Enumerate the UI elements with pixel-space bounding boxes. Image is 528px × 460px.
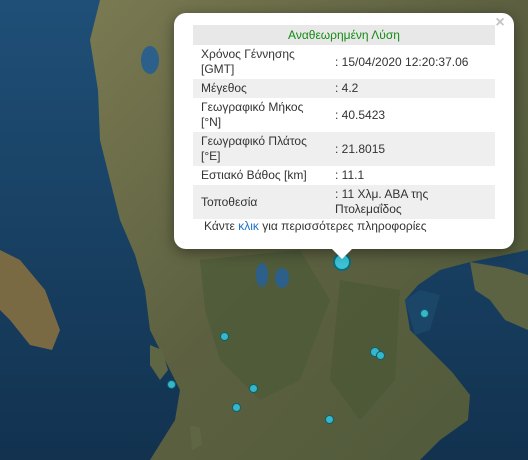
quake-marker[interactable] — [232, 403, 241, 412]
latitude-value: : 21.8015 — [327, 132, 495, 166]
event-details-table: Χρόνος Γέννησης [GMT] : 15/04/2020 12:20… — [193, 45, 495, 219]
quake-marker[interactable] — [376, 351, 385, 360]
magnitude-value: : 4.2 — [327, 79, 495, 98]
more-info-prefix: Κάντε — [204, 219, 239, 233]
table-row: Εστιακό Βάθος [km] : 11.1 — [193, 166, 495, 185]
location-value: : 11 Χλμ. ΑΒΑ της Πτολεμαΐδος — [327, 185, 495, 219]
table-row: Μέγεθος : 4.2 — [193, 79, 495, 98]
table-row: Χρόνος Γέννησης [GMT] : 15/04/2020 12:20… — [193, 45, 495, 79]
longitude-label: Γεωγραφικό Μήκος [°N] — [193, 98, 327, 132]
more-info-text: Κάντε κλικ για περισσότερες πληροφορίες — [204, 219, 427, 233]
table-row: Γεωγραφικό Μήκος [°N] : 40.5423 — [193, 98, 495, 132]
earthquake-info-popup: × Αναθεωρημένη Λύση Χρόνος Γέννησης [GMT… — [174, 13, 514, 249]
table-row: Γεωγραφικό Πλάτος [°E] : 21.8015 — [193, 132, 495, 166]
popup-title: Αναθεωρημένη Λύση — [193, 25, 495, 45]
origin-time-value: : 15/04/2020 12:20:37.06 — [327, 45, 495, 79]
more-info-suffix: για περισσότερες πληροφορίες — [258, 219, 427, 233]
latitude-label: Γεωγραφικό Πλάτος [°E] — [193, 132, 327, 166]
quake-marker[interactable] — [167, 380, 176, 389]
quake-marker[interactable] — [249, 384, 258, 393]
quake-marker[interactable] — [220, 332, 229, 341]
depth-value: : 11.1 — [327, 166, 495, 185]
lake-prespa — [275, 268, 289, 288]
location-label: Τοποθεσία — [193, 185, 327, 219]
table-row: Τοποθεσία : 11 Χλμ. ΑΒΑ της Πτολεμαΐδος — [193, 185, 495, 219]
depth-label: Εστιακό Βάθος [km] — [193, 166, 327, 185]
lake-ohrid — [256, 263, 268, 287]
quake-marker[interactable] — [420, 309, 429, 318]
longitude-value: : 40.5423 — [327, 98, 495, 132]
lake-scutari — [141, 46, 159, 74]
popup-tip — [330, 247, 354, 259]
magnitude-label: Μέγεθος — [193, 79, 327, 98]
origin-time-label: Χρόνος Γέννησης [GMT] — [193, 45, 327, 79]
quake-marker[interactable] — [325, 415, 334, 424]
more-info-link[interactable]: κλικ — [238, 219, 259, 233]
